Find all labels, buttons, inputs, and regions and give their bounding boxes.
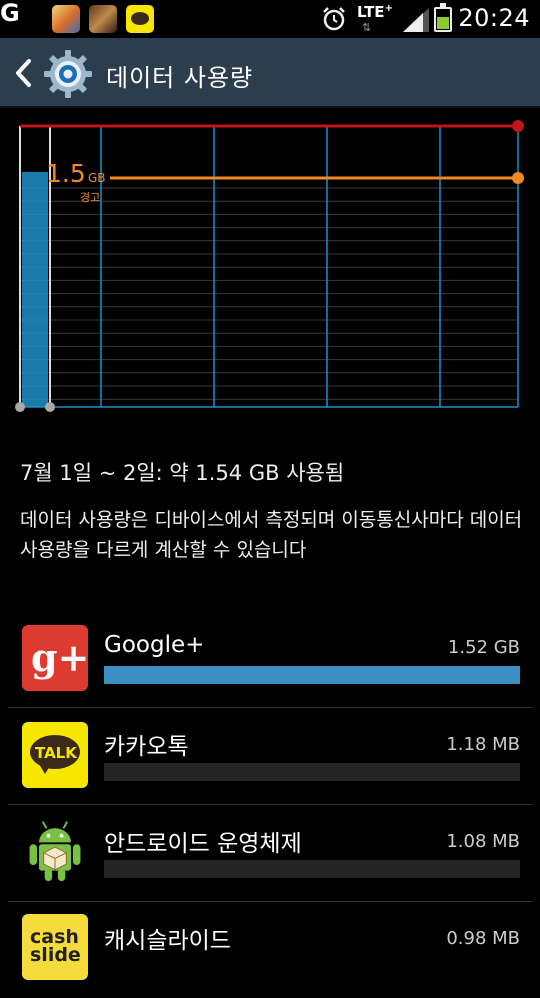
- signal-icon: [403, 8, 429, 32]
- usage-bar: [22, 171, 48, 407]
- kakaotalk-icon: TALK: [22, 722, 88, 788]
- warning-value-label: 1.5: [46, 159, 86, 188]
- app-usage-row[interactable]: g+ Google+ 1.52 GB: [0, 610, 540, 707]
- settings-gear-icon[interactable]: [44, 50, 92, 98]
- chart-grid-horizontal: [20, 187, 518, 400]
- warning-line-handle[interactable]: [512, 172, 524, 184]
- alarm-icon: [323, 7, 345, 31]
- status-bar: G LTE+ ⇅ 20:24: [0, 0, 540, 38]
- divider: [8, 804, 532, 805]
- app-usage-row[interactable]: TALK 카카오톡 1.18 MB: [0, 707, 540, 804]
- app-usage-bar: [104, 860, 520, 878]
- app-usage-size: 1.18 MB: [446, 734, 520, 755]
- app-usage-bar: [104, 763, 520, 781]
- warning-label: 경고: [80, 191, 100, 204]
- clock: 20:24: [458, 4, 530, 32]
- chart-grid-vertical: [19, 126, 519, 408]
- g-icon: G: [0, 0, 20, 27]
- data-usage-chart[interactable]: 1.5 GB 경고: [0, 110, 540, 420]
- network-type: LTE+: [357, 3, 393, 21]
- kakaotalk-icon: [126, 5, 154, 33]
- range-end-handle[interactable]: [45, 402, 55, 412]
- battery-icon: [434, 3, 452, 32]
- divider: [8, 707, 532, 708]
- app-usage-size: 1.52 GB: [447, 637, 520, 658]
- app-usage-row[interactable]: 안드로이드 운영체제 1.08 MB: [0, 804, 540, 901]
- app-usage-size: 0.98 MB: [446, 928, 520, 949]
- game-icon: [89, 5, 117, 33]
- back-icon[interactable]: [14, 58, 32, 88]
- battery-level: [437, 17, 449, 29]
- google-plus-icon: g+: [22, 625, 89, 691]
- cashslide-icon: cash slide: [22, 914, 88, 980]
- warning-unit-label: GB: [88, 171, 106, 185]
- usage-disclaimer: 데이터 사용량은 디바이스에서 측정되며 이동통신사마다 데이터 사용량을 다르…: [20, 509, 523, 561]
- app-usage-bar-fill: [104, 666, 520, 684]
- range-start-handle[interactable]: [15, 402, 25, 412]
- app-usage-bar: [104, 666, 520, 684]
- app-name: 안드로이드 운영체제: [104, 831, 302, 857]
- data-activity-icon: ⇅: [362, 21, 372, 34]
- game-icon: [52, 5, 80, 33]
- page-title: 데이터 사용량: [106, 64, 254, 92]
- usage-range-summary: 7월 1일 ~ 2일: 약 1.54 GB 사용됨: [20, 461, 345, 485]
- app-usage-size: 1.08 MB: [446, 831, 520, 852]
- app-name: Google+: [104, 632, 205, 658]
- action-bar: 데이터 사용량: [0, 38, 540, 108]
- app-name: 카카오톡: [104, 734, 189, 760]
- android-icon: [29, 821, 81, 882]
- app-usage-row[interactable]: cash slide 캐시슬라이드 0.98 MB: [0, 901, 540, 998]
- limit-line-handle[interactable]: [512, 120, 524, 132]
- app-name: 캐시슬라이드: [104, 928, 231, 954]
- divider: [8, 901, 532, 902]
